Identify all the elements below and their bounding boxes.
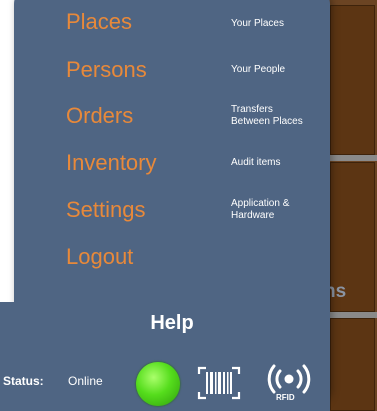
- status-label: Status:: [3, 374, 44, 388]
- menu-item-inventory[interactable]: Inventory Audit items: [66, 149, 316, 189]
- menu-item-description: Your Places: [231, 18, 284, 29]
- menu-item-description-line1: Application &: [231, 198, 290, 209]
- menu-item-description-line2: Hardware: [231, 210, 275, 221]
- menu-item-label: Persons: [66, 57, 147, 82]
- rfid-icon: [267, 364, 311, 394]
- menu-item-orders[interactable]: Orders Transfers Between Places: [66, 102, 316, 142]
- menu-item-label: Orders: [66, 103, 134, 128]
- menu-item-settings[interactable]: Settings Application & Hardware: [66, 196, 316, 236]
- help-button[interactable]: Help: [142, 309, 202, 337]
- menu-item-description: Audit items: [231, 157, 281, 168]
- menu-item-label: Logout: [66, 244, 134, 269]
- background-card[interactable]: [330, 5, 375, 155]
- status-bar: Status: Online RFID: [0, 362, 330, 406]
- app-screen: ns Places Your Places Persons Your Peopl…: [0, 0, 377, 411]
- menu-item-persons[interactable]: Persons Your People: [66, 56, 316, 96]
- menu-item-description: Your People: [231, 64, 286, 75]
- background-divider: [324, 155, 377, 161]
- status-indicator-light: [136, 362, 180, 406]
- barcode-scanner-button[interactable]: [197, 365, 241, 401]
- menu-item-label: Settings: [66, 197, 146, 222]
- menu-item-description-line1: Transfers: [231, 104, 273, 115]
- rfid-label: RFID: [276, 393, 295, 402]
- menu-item-description-line2: Between Places: [231, 116, 303, 127]
- menu-item-label: Inventory: [66, 150, 157, 175]
- rfid-scanner-button[interactable]: RFID: [266, 364, 312, 406]
- status-value: Online: [68, 374, 103, 388]
- background-card[interactable]: [330, 318, 375, 411]
- menu-item-places[interactable]: Places Your Places: [66, 8, 316, 48]
- barcode-scanner-icon: [197, 366, 241, 400]
- menu-item-logout[interactable]: Logout: [66, 243, 316, 283]
- menu-item-label: Places: [66, 9, 133, 34]
